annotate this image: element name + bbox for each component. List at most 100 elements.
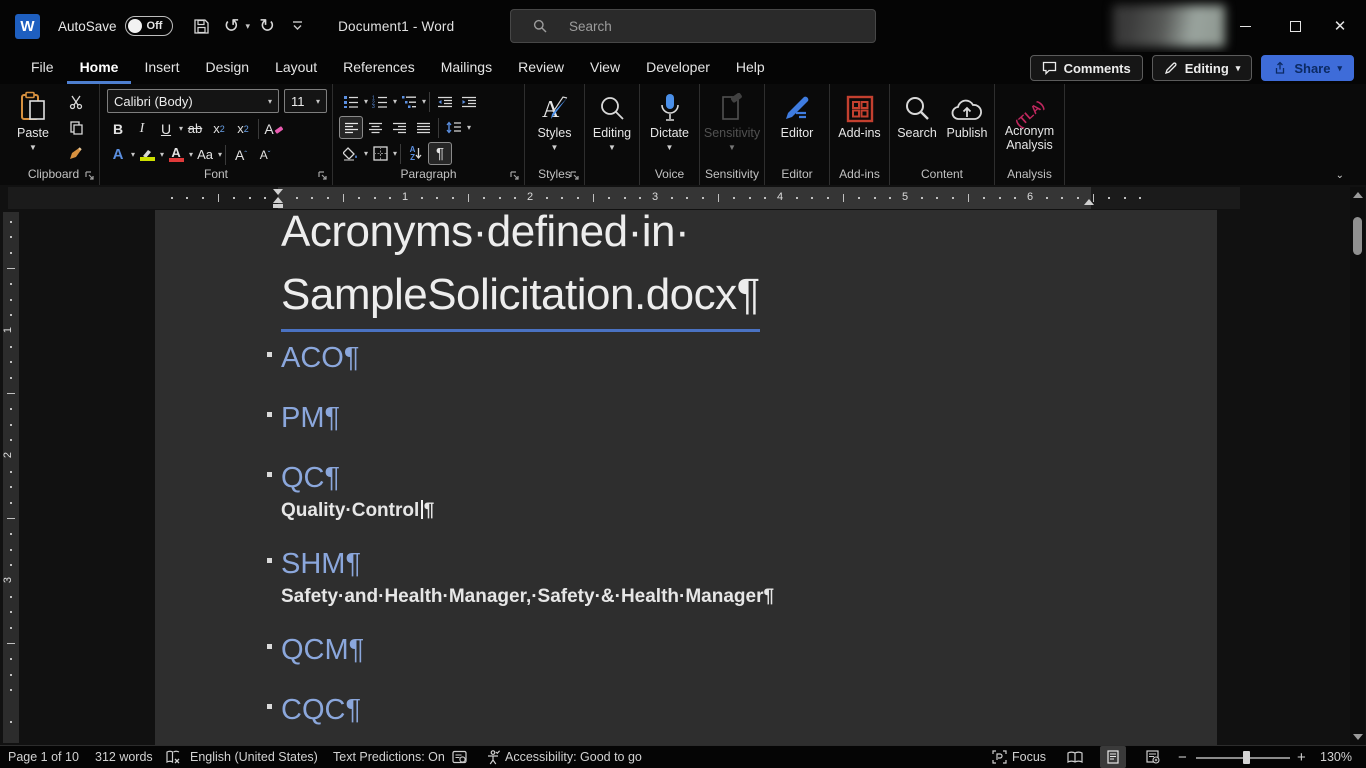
highlight-color-button[interactable] [135,143,159,166]
search-bar[interactable] [510,9,876,43]
show-formatting-button[interactable]: ¶ [428,142,453,165]
zoom-slider-thumb[interactable] [1243,751,1250,764]
tab-file[interactable]: File [18,52,67,84]
indent-marker[interactable] [273,189,283,208]
zoom-out-button[interactable]: − [1178,746,1187,768]
document-page[interactable]: Acronyms·defined·in· SampleSolicitation.… [155,207,1217,745]
focus-mode-button[interactable]: Focus [992,746,1046,768]
web-layout-button[interactable] [1140,746,1166,768]
word-count[interactable]: 312 words [95,746,153,768]
minimize-button[interactable] [1231,14,1259,38]
comments-button[interactable]: Comments [1029,55,1143,81]
customize-qat-icon[interactable] [284,13,310,39]
text-effects-button[interactable]: A [106,143,130,166]
align-left-button[interactable] [339,116,363,139]
editing-group-button[interactable]: Editing ▼ [585,87,639,152]
account-avatar[interactable] [1113,5,1225,47]
borders-button[interactable] [368,142,392,165]
content-search-button[interactable]: Search [892,87,942,140]
tab-home[interactable]: Home [66,52,132,84]
underline-button[interactable]: U [154,117,178,140]
font-size-combo[interactable]: 11 ▾ [284,89,327,113]
editor-button[interactable]: Editor [765,87,829,140]
tab-view[interactable]: View [577,52,633,84]
print-layout-button[interactable] [1100,746,1126,768]
read-mode-button[interactable] [1062,746,1088,768]
undo-icon[interactable]: ↺ [219,13,245,39]
italic-button[interactable]: I [130,117,154,140]
shading-button[interactable] [339,142,363,165]
proofing-icon[interactable] [166,746,181,768]
tab-insert[interactable]: Insert [131,52,192,84]
tab-layout[interactable]: Layout [262,52,330,84]
strikethrough-button[interactable]: ab [183,117,207,140]
editing-mode-button[interactable]: Editing ▾ [1151,55,1253,81]
page-indicator[interactable]: Page 1 of 10 [8,746,79,768]
copy-button[interactable] [64,116,88,139]
share-button[interactable]: Share ▾ [1261,55,1354,81]
close-button[interactable]: ✕ [1326,14,1354,38]
zoom-in-button[interactable]: + [1297,746,1306,768]
multilevel-list-button[interactable] [397,90,421,113]
justify-button[interactable] [411,116,435,139]
vertical-scrollbar[interactable] [1350,187,1365,745]
bullets-button[interactable] [339,90,363,113]
line-spacing-dropdown-icon[interactable]: ▾ [467,123,471,132]
tab-help[interactable]: Help [723,52,778,84]
undo-dropdown-icon[interactable]: ▾ [246,21,251,32]
borders-dropdown-icon[interactable]: ▾ [393,149,397,158]
format-painter-button[interactable] [64,142,88,165]
word-logo-icon[interactable]: W [15,13,40,39]
text-predictions-icon[interactable] [452,746,467,768]
paste-button[interactable]: Paste ▼ [10,87,56,152]
collapse-ribbon-icon[interactable]: ⌄ [1336,170,1344,181]
numbering-button[interactable]: 123 [368,90,392,113]
font-color-button[interactable]: A [164,143,188,166]
add-ins-button[interactable]: Add-ins [830,87,889,140]
superscript-button[interactable]: x2 [231,117,255,140]
increase-indent-button[interactable] [457,90,481,113]
paragraph-dialog-launcher-icon[interactable] [510,171,519,180]
align-right-button[interactable] [387,116,411,139]
zoom-level[interactable]: 130% [1320,746,1352,768]
acronym-analysis-button[interactable]: (TLA) Acronym Analysis [995,87,1064,152]
autosave-toggle[interactable]: Off [124,16,173,36]
save-icon[interactable] [189,13,215,39]
tab-mailings[interactable]: Mailings [428,52,505,84]
tab-design[interactable]: Design [192,52,262,84]
bold-button[interactable]: B [106,117,130,140]
tab-review[interactable]: Review [505,52,577,84]
dictate-button[interactable]: Dictate ▼ [640,87,699,152]
align-center-button[interactable] [363,116,387,139]
clipboard-dialog-launcher-icon[interactable] [85,171,94,180]
styles-dialog-launcher-icon[interactable] [570,171,579,180]
search-input[interactable] [569,18,819,34]
publish-button[interactable]: Publish [942,87,992,140]
font-name-combo[interactable]: Calibri (Body) ▾ [107,89,279,113]
line-spacing-button[interactable] [442,116,466,139]
shrink-font-button[interactable]: Aˇ [253,143,277,166]
accessibility-status[interactable]: Accessibility: Good to go [486,746,642,768]
change-case-button[interactable]: Aa [193,143,217,166]
sort-button[interactable]: AZ [404,142,428,165]
sensitivity-button[interactable]: Sensitivity ▼ [700,87,764,152]
cut-button[interactable] [64,90,88,113]
scrollbar-thumb[interactable] [1353,217,1362,255]
change-case-dropdown-icon[interactable]: ▾ [218,150,222,159]
language-indicator[interactable]: English (United States) [190,746,318,768]
subscript-button[interactable]: x2 [207,117,231,140]
right-indent-marker[interactable] [1084,199,1094,205]
font-dialog-launcher-icon[interactable] [318,171,327,180]
scroll-up-icon[interactable] [1353,192,1363,198]
tab-developer[interactable]: Developer [633,52,723,84]
styles-button[interactable]: A Styles ▼ [525,87,584,152]
clear-formatting-button[interactable]: A [262,117,286,140]
redo-icon[interactable]: ↻ [254,13,280,39]
decrease-indent-button[interactable] [433,90,457,113]
tab-references[interactable]: References [330,52,428,84]
multilevel-dropdown-icon[interactable]: ▾ [422,97,426,106]
text-predictions-indicator[interactable]: Text Predictions: On [333,746,445,768]
grow-font-button[interactable]: Aˆ [229,143,253,166]
maximize-button[interactable] [1281,14,1309,38]
scroll-down-icon[interactable] [1353,734,1363,740]
